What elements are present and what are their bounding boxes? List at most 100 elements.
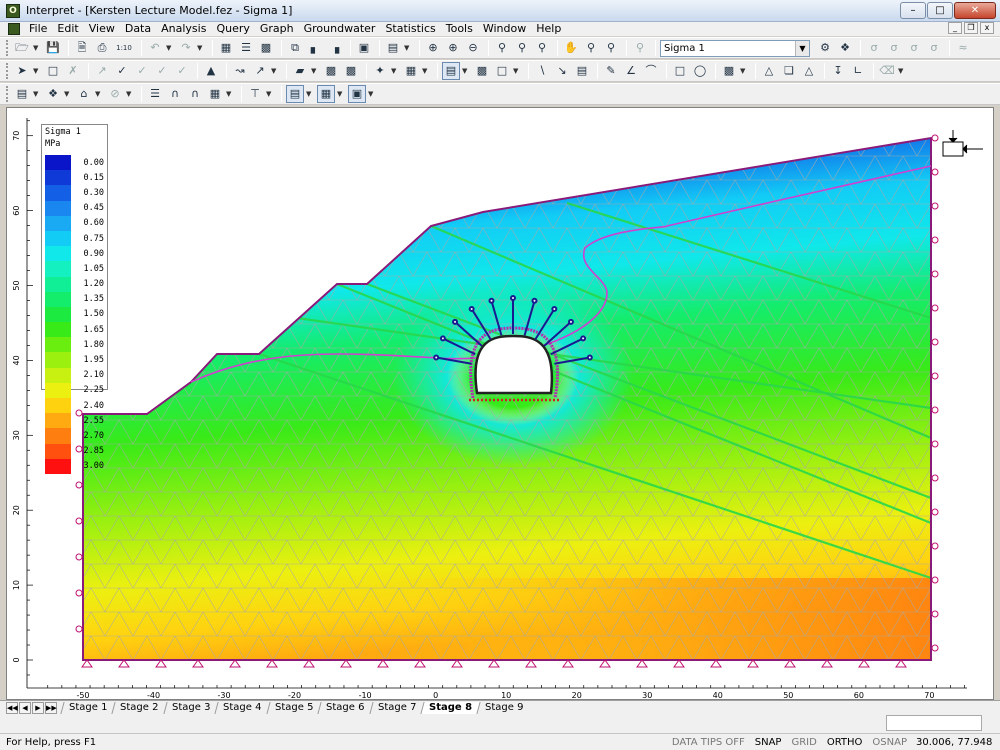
rectangle-icon[interactable]: □	[671, 62, 689, 80]
loads-icon[interactable]: ⊤	[246, 85, 264, 103]
joint-icon[interactable]: ⊘	[106, 85, 124, 103]
zoom-in-icon[interactable]: ⊕	[444, 39, 462, 57]
zoom-excavation-icon[interactable]: ⚲	[582, 39, 600, 57]
tab-stage-8[interactable]: Stage 8	[420, 701, 480, 714]
data-type-select[interactable]: Sigma 1 ▼	[660, 39, 810, 57]
stage-settings-icon[interactable]: ⚙	[816, 39, 834, 57]
line-icon[interactable]: ∖	[533, 62, 551, 80]
zoom-out-icon[interactable]: ⊖	[464, 39, 482, 57]
zoom-previous-icon[interactable]: ⚲	[533, 39, 551, 57]
material-icon[interactable]: ❖	[44, 85, 62, 103]
vector-icon[interactable]: ↗	[93, 62, 111, 80]
legend-icon[interactable]: ▩	[257, 39, 275, 57]
zoom-box-icon[interactable]: ⚲	[602, 39, 620, 57]
menu-file[interactable]: File	[24, 22, 52, 36]
open-dropdown-icon[interactable]: ▼	[33, 44, 41, 52]
menu-help[interactable]: Help	[531, 22, 566, 36]
excavation-icon[interactable]: ⌂	[75, 85, 93, 103]
contour-options-icon[interactable]: ▩	[473, 62, 491, 80]
zoom-window-icon[interactable]: ⚲	[493, 39, 511, 57]
mesh-display-icon[interactable]: ▦	[317, 85, 335, 103]
tab-stage-7[interactable]: Stage 7	[369, 701, 424, 714]
menu-data[interactable]: Data	[120, 22, 156, 36]
contours-icon[interactable]: ▦	[217, 39, 235, 57]
minimize-button[interactable]: –	[900, 2, 926, 19]
model-view[interactable]: -50 -40 -30 -20 -10 0 10 20 30 40 50 60 70 0 10 20 30 40…	[7, 108, 994, 700]
axis-icon[interactable]: ∟	[849, 62, 867, 80]
sigma-x-icon[interactable]: σ	[865, 39, 883, 57]
previous-stage-icon[interactable]: ◀	[19, 701, 31, 714]
menu-statistics[interactable]: Statistics	[380, 22, 440, 36]
eraser-icon[interactable]: ⌫	[878, 62, 896, 80]
restraints-icon[interactable]: ▤	[286, 85, 304, 103]
contour-legend[interactable]: Sigma 1 MPa 0.00 0.15 0.30 0.45 0.60 0.75 0.90…	[41, 124, 108, 474]
text-box-icon[interactable]: ▤	[573, 62, 591, 80]
tab-stage-5[interactable]: Stage 5	[266, 701, 321, 714]
print-icon[interactable]: ⎙	[93, 39, 111, 57]
dimension-icon[interactable]: △	[800, 62, 818, 80]
query-icon[interactable]: ❖	[836, 39, 854, 57]
angle-icon[interactable]: ❏	[780, 62, 798, 80]
save-icon[interactable]: 💾	[44, 39, 62, 57]
redo-icon[interactable]: ↷	[177, 39, 195, 57]
menu-window[interactable]: Window	[478, 22, 531, 36]
status-data-tips[interactable]: DATA TIPS OFF	[667, 737, 750, 748]
chevron-down-icon[interactable]: ▼	[795, 40, 809, 56]
bolts-icon[interactable]: ☰	[146, 85, 164, 103]
open-icon[interactable]: 🗁	[13, 39, 31, 57]
arrow-tool-icon[interactable]: ↗	[251, 62, 269, 80]
undo-icon[interactable]: ↶	[146, 39, 164, 57]
sigma-xy-icon[interactable]: σ	[925, 39, 943, 57]
model-canvas[interactable]: -50 -40 -30 -20 -10 0 10 20 30 40 50 60 70 0 10 20 30 40…	[6, 107, 994, 700]
arrow-down-icon[interactable]: ↧	[829, 62, 847, 80]
arrow-icon[interactable]: ↘	[553, 62, 571, 80]
deformation-icon[interactable]: ↝	[231, 62, 249, 80]
trajectories-icon[interactable]: ✦	[371, 62, 389, 80]
menu-edit[interactable]: Edit	[52, 22, 83, 36]
tool-a-icon[interactable]: ✓	[113, 62, 131, 80]
maximize-button[interactable]: □	[927, 2, 953, 19]
select-icon[interactable]: ➤	[13, 62, 31, 80]
tab-stage-1[interactable]: Stage 1	[60, 701, 116, 714]
liner-icon[interactable]: ∩	[166, 85, 184, 103]
tab-stage-6[interactable]: Stage 6	[317, 701, 373, 714]
doc-restore-button[interactable]: ❐	[964, 22, 978, 34]
tab-stage-2[interactable]: Stage 2	[111, 701, 167, 714]
tunnel-icon[interactable]: ∩	[186, 85, 204, 103]
polyline-icon[interactable]: ∠	[622, 62, 640, 80]
support-icon[interactable]: ▩	[322, 62, 340, 80]
doc-close-button[interactable]: x	[980, 22, 994, 34]
picture-icon[interactable]: ▩	[720, 62, 738, 80]
document-icon[interactable]	[8, 23, 20, 35]
zoom-extents-icon[interactable]: ⚲	[513, 39, 531, 57]
frame-icon[interactable]: ▣	[348, 85, 366, 103]
undo-dropdown-icon[interactable]: ▼	[166, 44, 174, 52]
plot-icon[interactable]: ▰	[291, 62, 309, 80]
redo-dropdown-icon[interactable]: ▼	[197, 44, 205, 52]
color-scale-icon[interactable]: ☰	[237, 39, 255, 57]
strength-factor-icon[interactable]: ≈	[954, 39, 972, 57]
delete-icon[interactable]: ✗	[64, 62, 82, 80]
menu-graph[interactable]: Graph	[255, 22, 299, 36]
last-stage-icon[interactable]: ▶▶	[45, 701, 57, 714]
close-button[interactable]: ✕	[954, 2, 996, 19]
yield-icon[interactable]: ▩	[342, 62, 360, 80]
status-ortho[interactable]: ORTHO	[822, 737, 868, 748]
tab-stage-4[interactable]: Stage 4	[214, 701, 270, 714]
nodes-icon[interactable]: ▦	[206, 85, 224, 103]
menu-query[interactable]: Query	[211, 22, 254, 36]
pan-icon[interactable]: ✋	[562, 39, 580, 57]
ellipse-icon[interactable]: ◯	[691, 62, 709, 80]
ruler-icon[interactable]: △	[760, 62, 778, 80]
menu-view[interactable]: View	[84, 22, 120, 36]
tool-b-icon[interactable]: ✓	[133, 62, 151, 80]
status-osnap[interactable]: OSNAP	[867, 737, 912, 748]
tab-stage-3[interactable]: Stage 3	[163, 701, 218, 714]
print-preview-icon[interactable]: 🗎	[73, 39, 91, 57]
display-dropdown-icon[interactable]: ▼	[404, 44, 412, 52]
menu-analysis[interactable]: Analysis	[156, 22, 211, 36]
layout-icon[interactable]: ▣	[355, 39, 373, 57]
image-icon[interactable]: □	[493, 62, 511, 80]
status-snap[interactable]: SNAP	[750, 737, 787, 748]
boundary-icon[interactable]: ▤	[13, 85, 31, 103]
